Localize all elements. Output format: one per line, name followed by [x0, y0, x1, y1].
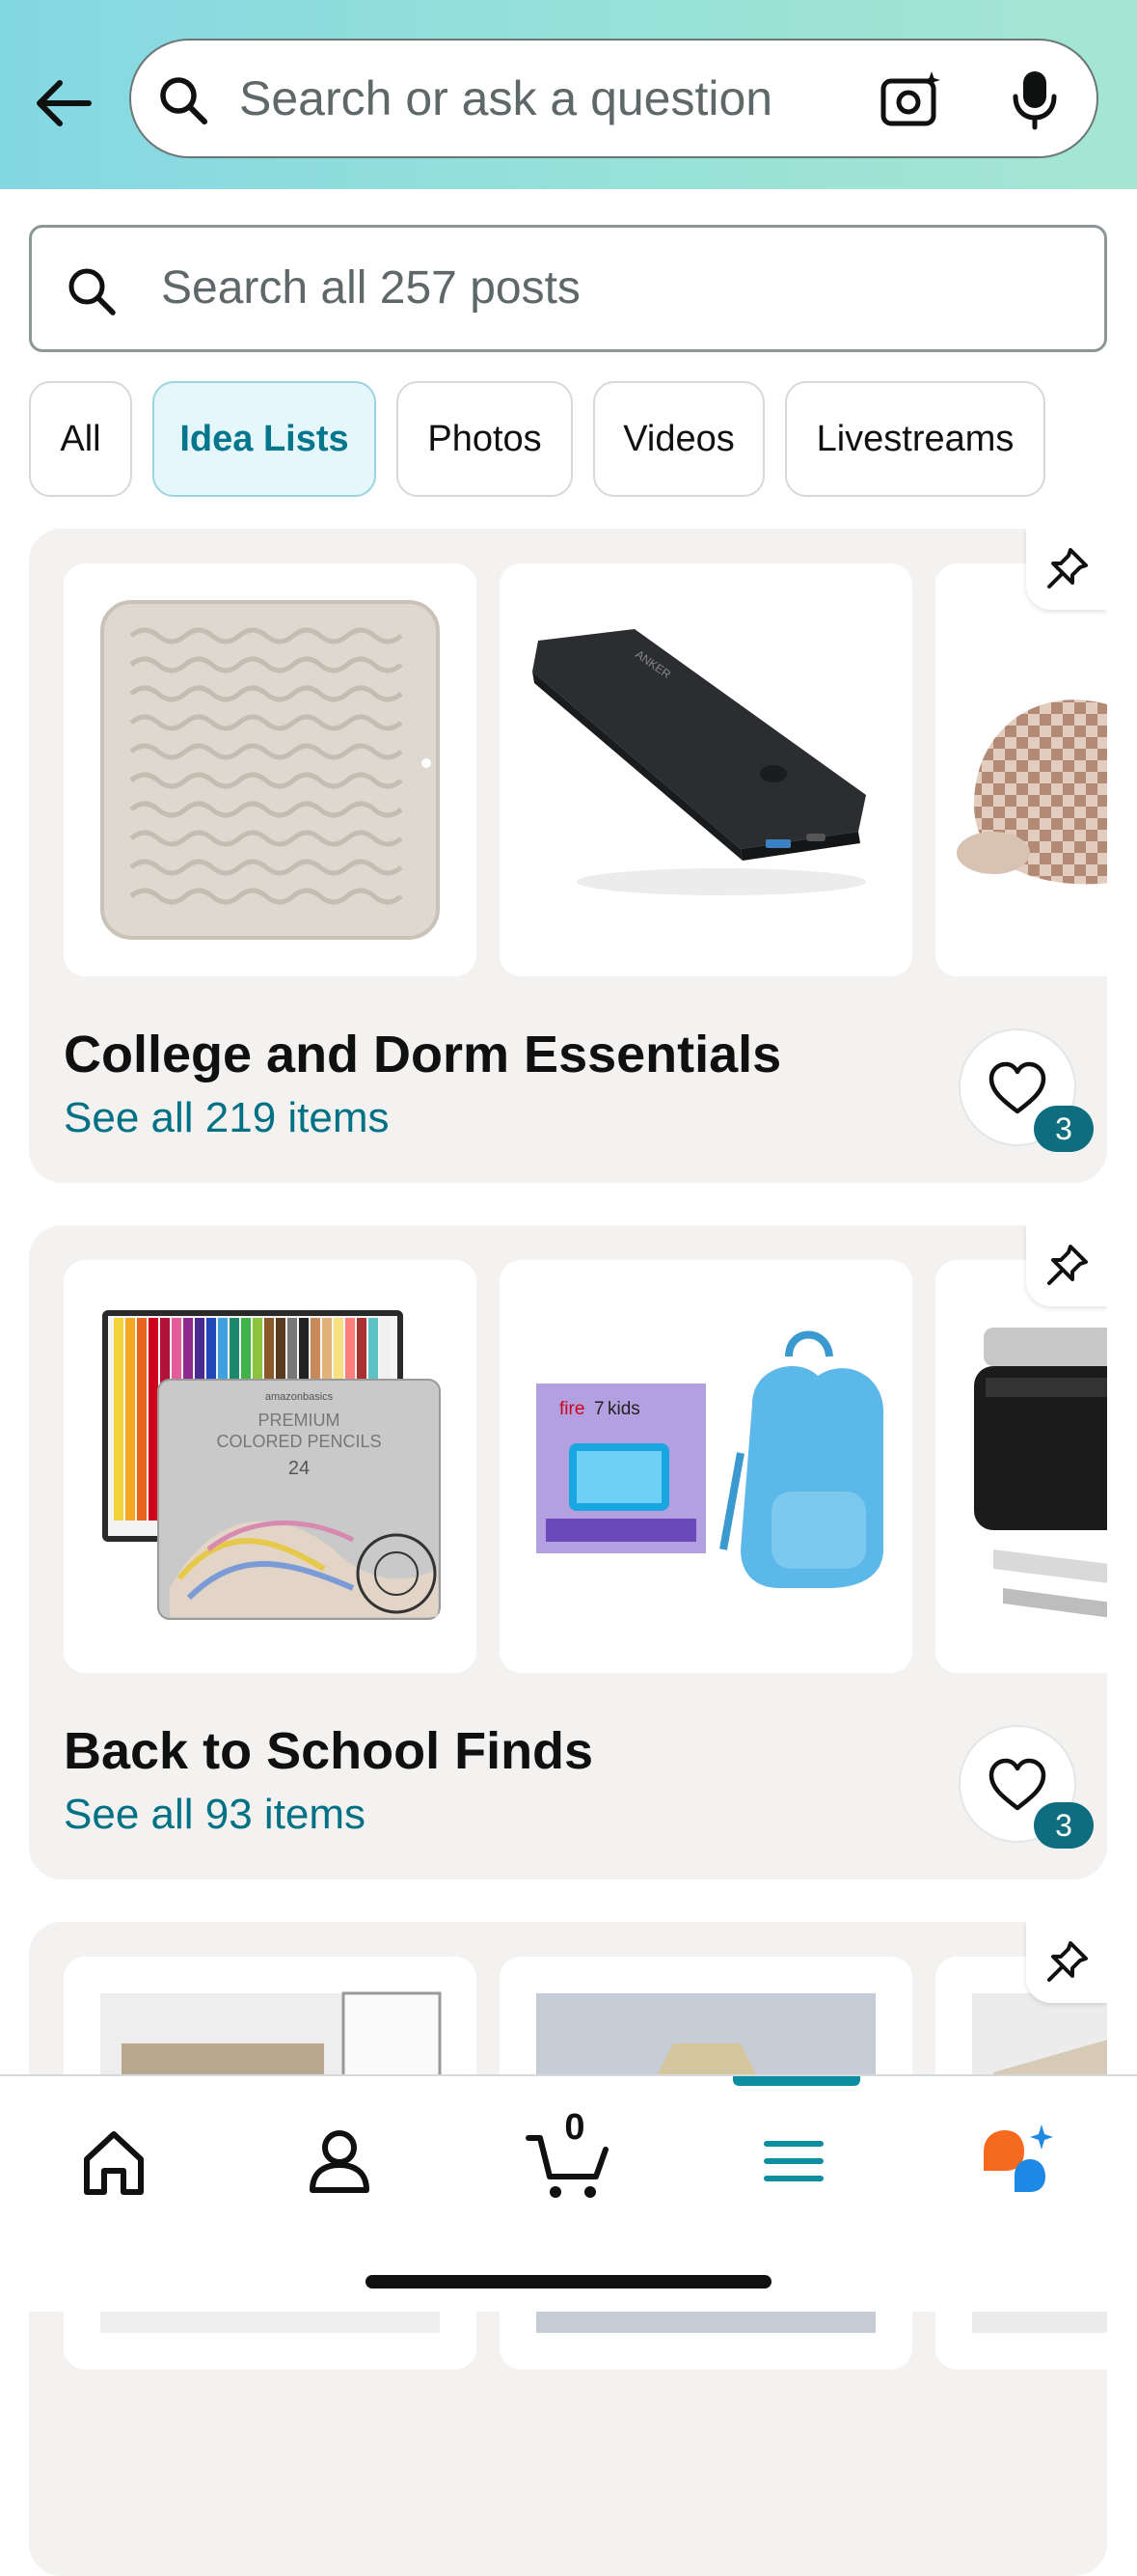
lunch-cooler-image	[974, 1328, 1107, 1618]
see-all-items-link[interactable]: See all 219 items	[64, 1094, 390, 1142]
like-count-badge: 3	[1034, 1802, 1094, 1849]
product-thumbnail-lunch-cooler[interactable]	[935, 1260, 1107, 1673]
pin-icon	[1047, 1941, 1088, 1982]
ai-assistant-icon[interactable]	[970, 2113, 1067, 2209]
menu-icon[interactable]	[745, 2113, 842, 2209]
pin-button[interactable]	[1026, 1922, 1107, 2003]
kids-tablet-backpack-image: fire 7 kids	[536, 1330, 884, 1588]
tablet-brand: fire	[559, 1399, 584, 1419]
account-icon[interactable]	[291, 2113, 388, 2209]
idea-list-card[interactable]: ANKER College and Dorm Essentials See al…	[29, 529, 1107, 1183]
idea-list-title[interactable]: College and Dorm Essentials	[64, 1025, 781, 1084]
power-bank-image: ANKER	[532, 629, 866, 895]
slippers-image	[957, 699, 1107, 885]
cart-count: 0	[564, 2107, 585, 2148]
heart-icon	[988, 1061, 1046, 1114]
cart-button[interactable]: 0	[521, 2107, 617, 2209]
active-tab-indicator	[733, 2076, 860, 2086]
search-icon	[68, 268, 116, 315]
pencils-count: 24	[288, 1458, 310, 1479]
pencils-line-2: COLORED PENCILS	[216, 1432, 381, 1451]
search-icon	[160, 77, 207, 124]
heart-icon	[988, 1758, 1046, 1811]
pin-button[interactable]	[1026, 1225, 1107, 1306]
microphone-icon[interactable]	[1011, 68, 1059, 131]
filter-chip-livestreams[interactable]: Livestreams	[785, 381, 1045, 497]
filter-chip-videos[interactable]: Videos	[593, 381, 765, 497]
product-thumbnail-kids-tablet[interactable]: fire 7 kids	[500, 1260, 912, 1673]
product-thumbnail-dish-mat[interactable]	[64, 563, 476, 976]
search-bar[interactable]: Search or ask a question	[129, 39, 1098, 158]
product-thumbnail-slippers[interactable]	[935, 563, 1107, 976]
tablet-edition: kids	[608, 1399, 640, 1419]
search-placeholder: Search or ask a question	[239, 71, 773, 125]
pencils-line-1: PREMIUM	[258, 1411, 340, 1430]
idea-list-card[interactable]: amazonbasics PREMIUM COLORED PENCILS 24 …	[29, 1225, 1107, 1879]
pin-icon	[1047, 548, 1088, 589]
see-all-items-link[interactable]: See all 93 items	[64, 1791, 365, 1839]
tablet-model: 7	[594, 1399, 605, 1419]
pin-icon	[1047, 1245, 1088, 1285]
top-bar: Search or ask a question	[0, 0, 1137, 189]
like-count-badge: 3	[1034, 1106, 1094, 1152]
posts-search-placeholder: Search all 257 posts	[161, 262, 581, 314]
idea-list-title[interactable]: Back to School Finds	[64, 1721, 593, 1781]
pencils-brand: amazonbasics	[265, 1391, 334, 1403]
camera-search-icon[interactable]	[880, 69, 943, 129]
pin-button[interactable]	[1026, 529, 1107, 610]
filter-chip-idea-lists[interactable]: Idea Lists	[152, 381, 376, 497]
product-thumbnail-power-bank[interactable]: ANKER	[500, 563, 912, 976]
posts-search-input[interactable]: Search all 257 posts	[29, 225, 1107, 352]
filter-chip-photos[interactable]: Photos	[396, 381, 573, 497]
home-indicator-bar	[365, 2275, 772, 2288]
home-icon[interactable]	[66, 2113, 162, 2209]
dish-drying-mat-image	[100, 600, 440, 940]
colored-pencils-image: amazonbasics PREMIUM COLORED PENCILS 24	[102, 1310, 441, 1620]
product-thumbnail-colored-pencils[interactable]: amazonbasics PREMIUM COLORED PENCILS 24	[64, 1260, 476, 1673]
back-arrow-icon[interactable]	[31, 69, 98, 137]
filter-chip-all[interactable]: All	[29, 381, 132, 497]
